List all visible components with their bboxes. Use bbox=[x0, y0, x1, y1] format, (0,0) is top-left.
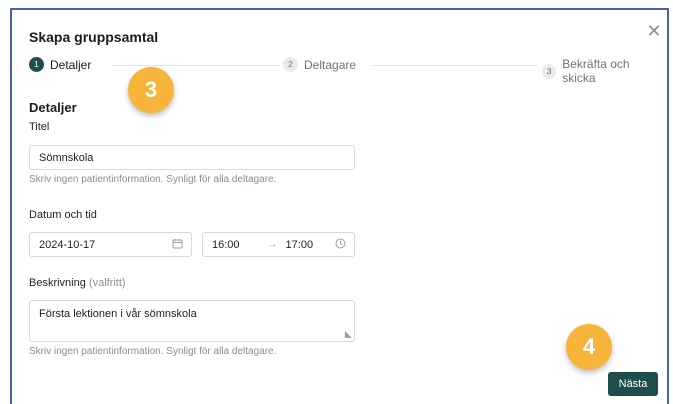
step-label: Deltagare bbox=[304, 57, 357, 72]
time-start: 16:00 bbox=[212, 238, 240, 251]
step-number: 3 bbox=[542, 63, 557, 79]
next-button[interactable]: Nästa bbox=[608, 372, 658, 396]
time-range-input[interactable]: 16:00 → 17:00 bbox=[202, 232, 355, 257]
step-label: Detaljer bbox=[50, 57, 92, 72]
clock-icon[interactable] bbox=[335, 238, 346, 252]
date-input[interactable]: 2024-10-17 bbox=[29, 232, 192, 257]
description-hint: Skriv ingen patientinformation. Synligt … bbox=[29, 346, 277, 357]
step-detaljer[interactable]: 1 Detaljer bbox=[29, 57, 91, 72]
dialog-title: Skapa gruppsamtal bbox=[29, 29, 159, 45]
title-input-value: Sömnskola bbox=[39, 151, 94, 164]
step-bekrafta[interactable]: 3 Bekräfta och skicka bbox=[542, 57, 661, 85]
stepper: 1 Detaljer 2 Deltagare 3 Bekräfta och sk… bbox=[29, 57, 661, 85]
resize-handle-icon[interactable]: ◢ bbox=[343, 331, 354, 338]
description-label-text: Beskrivning bbox=[29, 277, 86, 289]
step-number: 1 bbox=[29, 57, 44, 72]
step-label: Bekräfta och skicka bbox=[562, 57, 630, 85]
step-connector bbox=[372, 65, 538, 66]
close-icon[interactable]: ✕ bbox=[646, 22, 662, 40]
description-textarea[interactable]: Första lektionen i vår sömnskola ◢ bbox=[29, 300, 355, 342]
description-optional: (valfritt) bbox=[88, 277, 126, 289]
title-input[interactable]: Sömnskola bbox=[29, 145, 355, 170]
calendar-icon[interactable] bbox=[172, 238, 183, 252]
annotation-badge: 3 bbox=[128, 67, 174, 113]
date-input-value: 2024-10-17 bbox=[39, 238, 96, 251]
description-value: Första lektionen i vår sömnskola bbox=[39, 308, 197, 320]
title-label: Titel bbox=[29, 121, 50, 133]
annotation-badge: 4 bbox=[566, 324, 612, 370]
section-title: Detaljer bbox=[29, 100, 77, 115]
step-connector bbox=[113, 65, 279, 66]
time-end: 17:00 bbox=[285, 238, 314, 251]
step-number: 2 bbox=[283, 57, 298, 72]
arrow-right-icon: → bbox=[267, 239, 278, 250]
datetime-label: Datum och tid bbox=[29, 209, 97, 221]
description-label: Beskrivning (valfritt) bbox=[29, 277, 126, 289]
step-deltagare[interactable]: 2 Deltagare bbox=[283, 57, 356, 72]
title-hint: Skriv ingen patientinformation. Synligt … bbox=[29, 174, 277, 185]
